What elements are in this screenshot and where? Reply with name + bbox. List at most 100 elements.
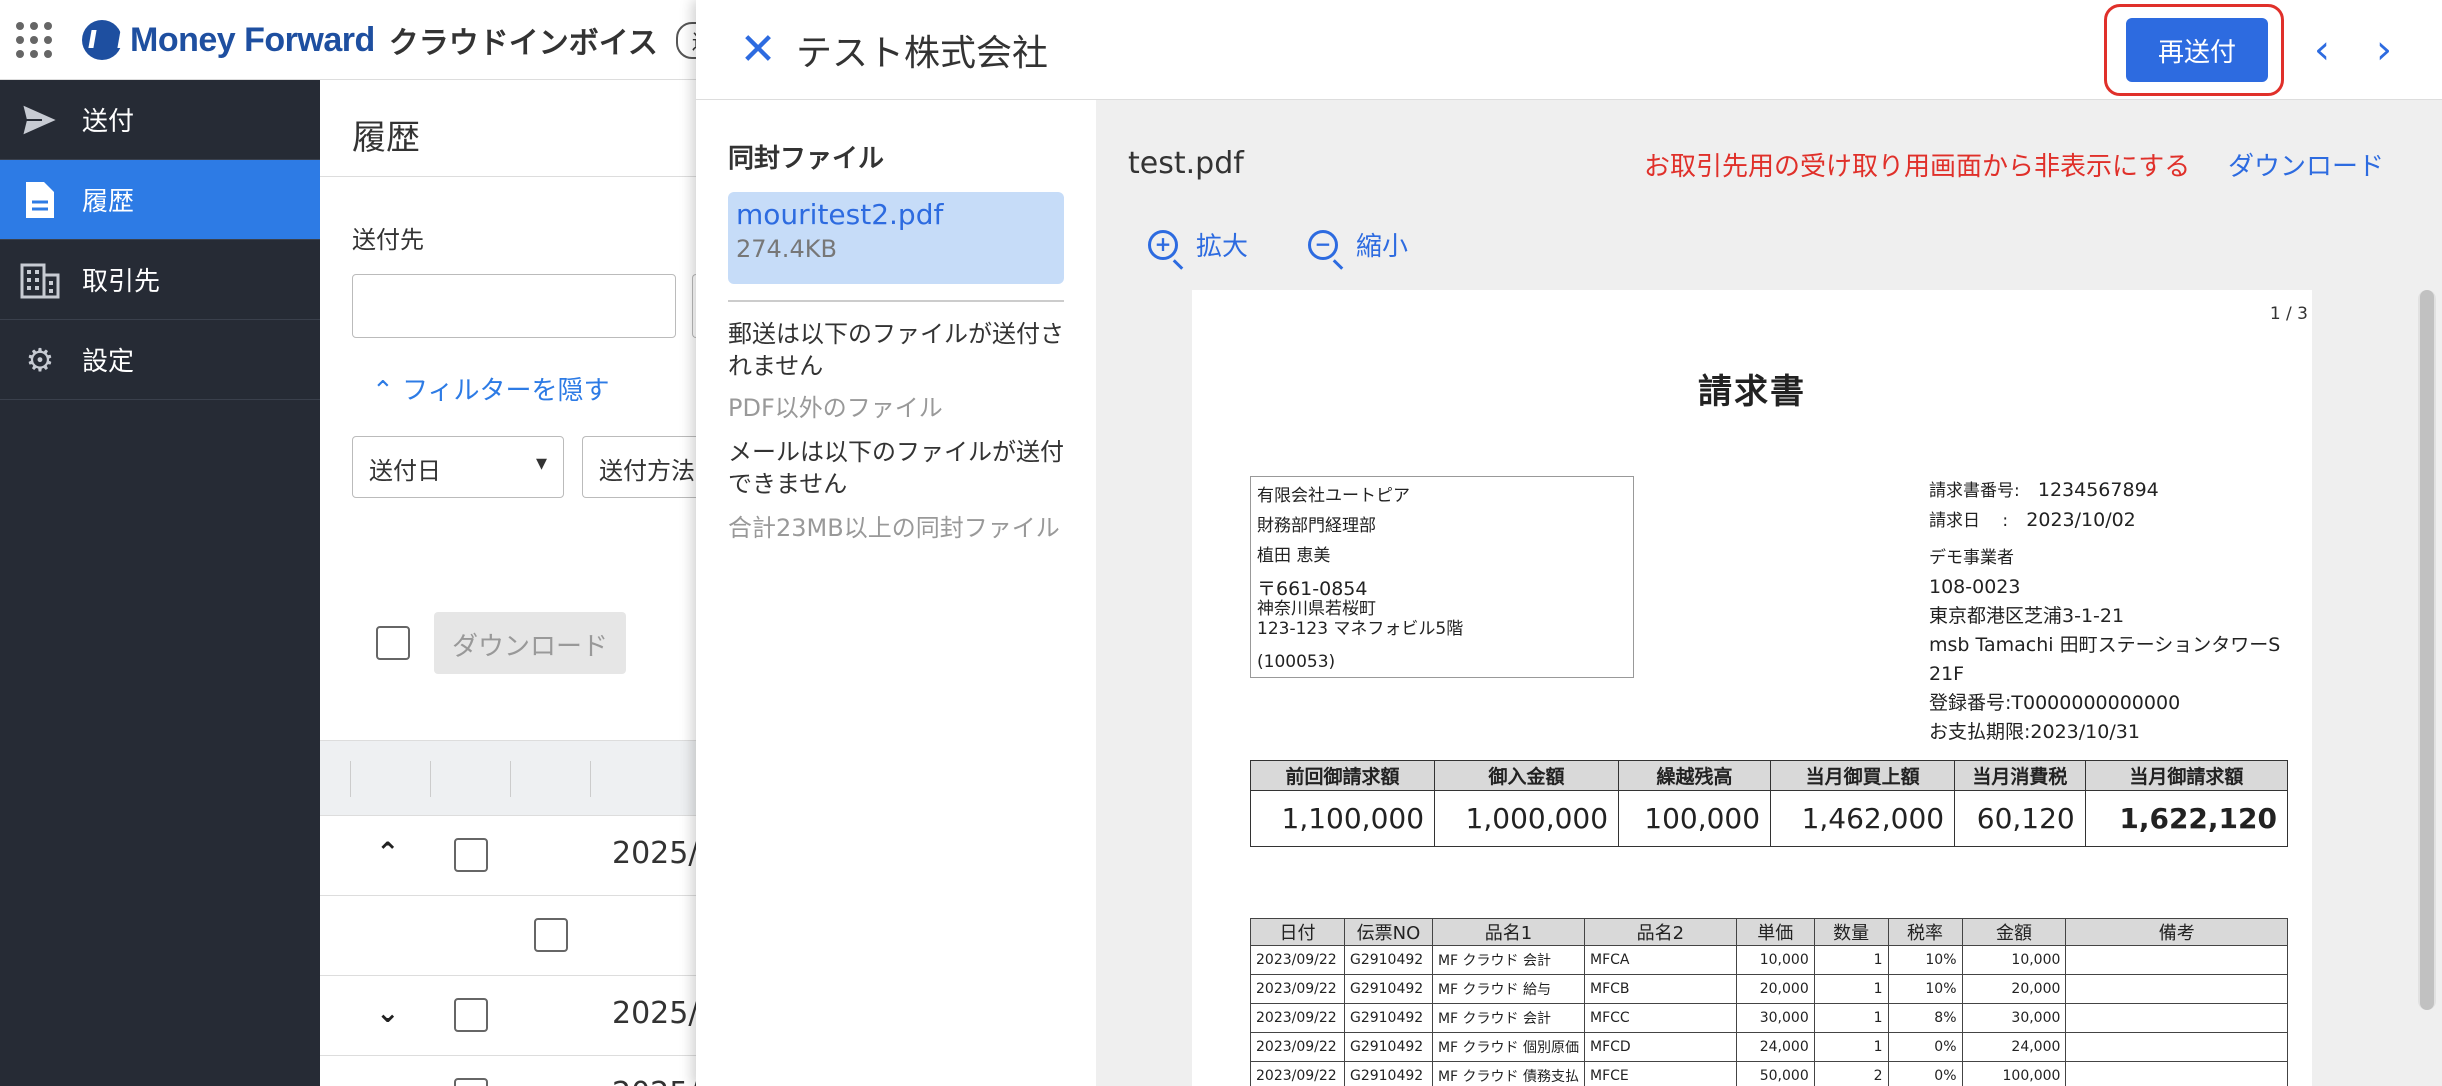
- issuer-info: 請求書番号: 1234567894 請求日 : 2023/10/02 デモ事業者…: [1929, 476, 2312, 747]
- filter-toggle-link[interactable]: ⌃ フィルターを隠す: [372, 370, 610, 407]
- postal-note: 郵送は以下のファイルが送付されません: [728, 320, 1064, 380]
- apps-grid-icon[interactable]: [16, 22, 52, 58]
- issuer-company: デモ事業者: [1929, 548, 2014, 568]
- detail-header: 金額: [1961, 918, 2067, 946]
- pdf-preview-panel: test.pdf お取引先用の受け取り用画面から非表示にする ダウンロード + …: [1096, 100, 2442, 1086]
- detail-cell: MF クラウド 会計: [1431, 1003, 1586, 1033]
- chevron-down-icon[interactable]: ⌄: [376, 996, 399, 1029]
- detail-cell: MF クラウド 個別原価: [1431, 1032, 1586, 1062]
- sidebar-item-send[interactable]: 送付: [0, 80, 320, 160]
- row-checkbox[interactable]: [534, 918, 568, 952]
- recipient-person: 植田 恵美: [1257, 546, 1331, 566]
- detail-cell: [2065, 945, 2288, 975]
- detail-row: 2023/09/22 G2910492 MF クラウド 会計 MFCC 30,000 1 8…: [1250, 1003, 2288, 1033]
- history-page: 履歴 送付先 ⌃ フィルターを隠す 送付日 送付方法 ダウンロード ⌃ 2025…: [320, 80, 722, 1086]
- recipient-address1: 神奈川県若桜町: [1257, 599, 1376, 619]
- issuer-address1: 東京都港区芝浦3-1-21: [1929, 605, 2125, 627]
- summary-header: 当月消費税: [1954, 760, 2086, 791]
- scrollbar-thumb[interactable]: [2420, 290, 2434, 1010]
- mail-note-sub: 合計23MB以上の同封ファイル: [728, 514, 1060, 542]
- recipient-input[interactable]: [352, 274, 676, 338]
- summary-header: 当月御請求額: [2084, 760, 2289, 791]
- summary-value: 1,462,000: [1770, 790, 1956, 847]
- table-row[interactable]: ⌄ 2025/0: [320, 976, 718, 1056]
- hide-from-partner-link[interactable]: お取引先用の受け取り用画面から非表示にする: [1644, 146, 2190, 183]
- attachment-file-item[interactable]: mouritest2.pdf 274.4KB: [728, 192, 1064, 284]
- detail-header-row: 日付 伝票NO 品名1 品名2 単価 数量 税率 金額 備考: [1250, 918, 2288, 946]
- detail-header: 伝票NO: [1343, 918, 1433, 946]
- detail-cell: MFCB: [1584, 974, 1737, 1004]
- zoom-in-button[interactable]: + 拡大: [1148, 226, 1248, 263]
- pdf-page: 1 / 3 請求書 有限会社ユートピア 財務部門経理部 植田 恵美 〒661-0…: [1192, 290, 2312, 1086]
- document-icon: [18, 178, 62, 222]
- invoice-date: 2023/10/02: [2026, 509, 2136, 531]
- building-icon: [18, 258, 62, 302]
- summary-header: 当月御買上額: [1770, 760, 1956, 791]
- payment-due: お支払期限:2023/10/31: [1929, 721, 2140, 743]
- select-all-checkbox[interactable]: [376, 626, 410, 660]
- detail-cell: G2910492: [1343, 945, 1433, 975]
- summary-value: 1,000,000: [1434, 790, 1620, 847]
- detail-cell: 1: [1813, 1003, 1889, 1033]
- bulk-download-button[interactable]: ダウンロード: [434, 612, 626, 674]
- detail-cell: 10%: [1887, 945, 1963, 975]
- zoom-out-button[interactable]: − 縮小: [1308, 226, 1408, 263]
- table-row[interactable]: ⌃ 2025/0: [320, 816, 718, 896]
- drawer-header: ✕ テスト株式会社 再送付 ‹ ›: [696, 0, 2442, 100]
- chevron-left-icon[interactable]: ‹: [2300, 26, 2344, 74]
- app-logo[interactable]: Money Forward クラウドインボイス 送付: [82, 18, 748, 62]
- chevron-down-icon[interactable]: ⌄: [376, 1076, 399, 1086]
- detail-cell: 24,000: [1961, 1032, 2067, 1062]
- zoom-in-label: 拡大: [1196, 232, 1249, 262]
- close-icon[interactable]: ✕: [734, 26, 782, 74]
- row-checkbox[interactable]: [454, 998, 488, 1032]
- download-link[interactable]: ダウンロード: [2228, 146, 2384, 183]
- row-checkbox[interactable]: [454, 1078, 488, 1086]
- detail-header: 税率: [1887, 918, 1963, 946]
- detail-header: 単価: [1735, 918, 1815, 946]
- row-checkbox[interactable]: [454, 838, 488, 872]
- detail-cell: 50,000: [1735, 1061, 1815, 1086]
- detail-cell: 8%: [1887, 1003, 1963, 1033]
- detail-row: 2023/09/22 G2910492 MF クラウド 給与 MFCB 20,000 1 1…: [1250, 974, 2288, 1004]
- table-row-child[interactable]: [320, 896, 700, 976]
- recipient-postal: 〒661-0854: [1257, 578, 1368, 600]
- zoom-out-icon: −: [1308, 229, 1338, 260]
- sidebar-item-partners[interactable]: 取引先: [0, 240, 320, 320]
- chevron-up-icon[interactable]: ⌃: [376, 836, 399, 869]
- detail-header: 品名1: [1431, 918, 1586, 946]
- detail-cell: G2910492: [1343, 1032, 1433, 1062]
- detail-header: 品名2: [1584, 918, 1737, 946]
- detail-cell: 2023/09/22: [1250, 945, 1345, 975]
- send-icon: [18, 98, 62, 142]
- invoice-no: 1234567894: [2037, 479, 2159, 501]
- sidebar-item-settings[interactable]: ⚙ 設定: [0, 320, 320, 400]
- table-row[interactable]: ⌄ 2025/0: [320, 1056, 718, 1086]
- detail-cell: [2065, 1032, 2288, 1062]
- attachment-file-size: 274.4KB: [736, 235, 837, 263]
- recipient-label: 送付先: [352, 226, 424, 254]
- detail-cell: 2023/09/22: [1250, 1061, 1345, 1086]
- detail-cell: 10%: [1887, 974, 1963, 1004]
- date-select[interactable]: 送付日: [352, 436, 564, 498]
- product-name: クラウドインボイス: [388, 26, 658, 61]
- summary-value: 1,622,120: [2084, 790, 2289, 847]
- summary-value: 100,000: [1618, 790, 1772, 847]
- summary-table: 前回御請求額 御入金額 繰越残高 当月御買上額 当月消費税 当月御請求額 1,1…: [1249, 760, 2289, 847]
- detail-cell: 20,000: [1961, 974, 2067, 1004]
- detail-cell: 0%: [1887, 1061, 1963, 1086]
- detail-cell: 1: [1813, 945, 1889, 975]
- detail-header: 日付: [1250, 918, 1345, 946]
- issuer-address2: msb Tamachi 田町ステーションタワーS 21F: [1929, 634, 2281, 685]
- recipient-code: (100053): [1257, 652, 1336, 672]
- sidebar-item-history[interactable]: 履歴: [0, 160, 320, 240]
- resend-button[interactable]: 再送付: [2126, 18, 2268, 82]
- detail-table: 日付 伝票NO 品名1 品名2 単価 数量 税率 金額 備考 2023/09/22 G291049…: [1250, 918, 2288, 1086]
- detail-row: 2023/09/22 G2910492 MF クラウド 会計 MFCA 10,000 1 1…: [1250, 945, 2288, 975]
- zoom-out-label: 縮小: [1356, 232, 1409, 262]
- issuer-postal: 108-0023: [1929, 576, 2021, 598]
- recipient-address-box: 有限会社ユートピア 財務部門経理部 植田 恵美 〒661-0854 神奈川県若桜…: [1250, 476, 1634, 678]
- chevron-right-icon[interactable]: ›: [2362, 26, 2406, 74]
- preview-scrollbar[interactable]: [2418, 290, 2436, 1010]
- divider: [728, 300, 1064, 302]
